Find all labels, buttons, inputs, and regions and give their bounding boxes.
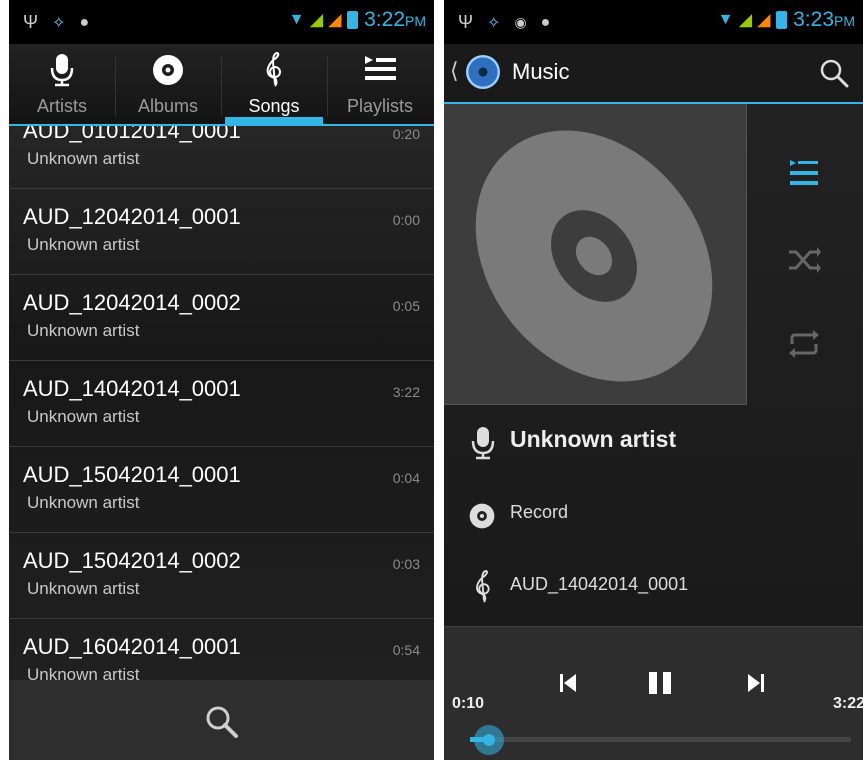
song-duration: 0:03 xyxy=(392,556,420,572)
notification-icon: ✧ xyxy=(487,14,501,32)
active-tab-indicator xyxy=(225,117,323,124)
tab-playlists[interactable]: Playlists xyxy=(327,44,433,124)
microphone-icon xyxy=(471,427,495,460)
signal-icon: ◢ xyxy=(739,12,752,29)
microphone-icon xyxy=(50,54,74,87)
artist-name: Unknown artist xyxy=(510,426,677,452)
song-artist: Unknown artist xyxy=(27,579,140,598)
tab-label: Playlists xyxy=(346,96,413,116)
wifi-icon: ▼ xyxy=(288,11,305,28)
song-duration: 0:05 xyxy=(392,298,420,314)
music-app-icon[interactable] xyxy=(466,55,500,89)
next-icon[interactable] xyxy=(736,663,776,703)
song-title: AUD_12042014_0001 xyxy=(23,204,241,229)
total-time: 3:22 xyxy=(832,695,863,712)
list-item[interactable]: AUD_14042014_0001 Unknown artist 3:22 xyxy=(9,360,434,447)
song-duration: 0:20 xyxy=(392,126,420,142)
artist-row[interactable]: Unknown artist xyxy=(444,408,863,480)
album-name: Record xyxy=(510,502,569,522)
battery-icon xyxy=(347,11,359,29)
playlist-icon[interactable] xyxy=(786,156,822,192)
song-title: AUD_16042014_0001 xyxy=(23,634,241,659)
clock: 3:23PM xyxy=(793,8,855,31)
songs-screen: Ψ ✧ ● ▼ ◢ ◢ 3:22PM Artists Albums Songs … xyxy=(9,0,434,760)
search-icon[interactable] xyxy=(202,702,242,742)
library-tabs: Artists Albums Songs Playlists xyxy=(9,44,434,126)
album-art xyxy=(444,104,747,405)
song-title: AUD_01012014_0001 xyxy=(23,126,241,143)
now-playing-screen: Ψ ✧ ◉ ● ▼ ◢ ◢ 3:23PM ⟨ Music Unknown art… xyxy=(444,0,863,760)
song-artist: Unknown artist xyxy=(27,407,140,426)
shuffle-icon[interactable] xyxy=(786,242,822,278)
song-duration: 0:54 xyxy=(392,642,420,658)
seek-bar-thumb[interactable] xyxy=(474,725,505,755)
list-item[interactable]: AUD_15042014_0001 Unknown artist 0:04 xyxy=(9,446,434,533)
tab-label: Albums xyxy=(137,96,199,116)
song-artist: Unknown artist xyxy=(27,665,140,680)
tab-albums[interactable]: Albums xyxy=(115,44,221,124)
usb-icon: Ψ xyxy=(23,12,39,32)
seek-bar[interactable] xyxy=(470,737,851,742)
status-bar: Ψ ✧ ● ▼ ◢ ◢ 3:22PM xyxy=(9,0,434,44)
tab-label: Artists xyxy=(36,96,87,116)
song-artist: Unknown artist xyxy=(27,321,140,340)
disc-placeholder-icon xyxy=(475,130,713,382)
playback-controls: 0:10 3:22 xyxy=(444,626,863,760)
song-duration: 0:00 xyxy=(392,212,420,228)
android-icon: ● xyxy=(540,13,551,31)
status-bar: Ψ ✧ ◉ ● ▼ ◢ ◢ 3:23PM xyxy=(444,0,863,44)
clock: 3:22PM xyxy=(364,8,426,31)
action-bar: ⟨ Music xyxy=(444,44,863,104)
disc-icon xyxy=(469,503,495,529)
tab-artists[interactable]: Artists xyxy=(9,44,115,124)
search-icon[interactable] xyxy=(819,58,849,88)
repeat-icon[interactable] xyxy=(786,326,822,362)
song-list: AUD_01012014_0001 Unknown artist 0:20 AU… xyxy=(9,126,434,680)
song-title: AUD_12042014_0002 xyxy=(23,290,241,315)
signal-icon: ◢ xyxy=(757,12,771,29)
song-title: AUD_15042014_0002 xyxy=(23,548,241,573)
album-row[interactable]: Record xyxy=(444,480,863,552)
list-item[interactable]: AUD_12042014_0001 Unknown artist 0:00 xyxy=(9,188,434,275)
android-icon: ● xyxy=(79,13,90,31)
wifi-icon: ▼ xyxy=(717,11,734,28)
tab-label: Songs xyxy=(248,96,300,116)
back-chevron-icon[interactable]: ⟨ xyxy=(450,58,459,84)
signal-icon: ◢ xyxy=(310,12,323,29)
song-title: AUD_15042014_0001 xyxy=(23,462,241,487)
notification-icon: ✧ xyxy=(52,14,66,32)
track-row[interactable]: AUD_14042014_0001 xyxy=(444,552,863,624)
music-notification-icon: ◉ xyxy=(514,14,527,30)
playlist-icon xyxy=(365,56,396,80)
song-artist: Unknown artist xyxy=(27,493,140,512)
treble-clef-icon xyxy=(266,52,281,87)
pause-icon[interactable] xyxy=(640,663,680,703)
song-duration: 0:04 xyxy=(392,470,420,486)
track-name: AUD_14042014_0001 xyxy=(510,574,689,594)
usb-icon: Ψ xyxy=(458,12,474,32)
tab-songs[interactable]: Songs xyxy=(221,44,327,124)
list-item[interactable]: AUD_12042014_0002 Unknown artist 0:05 xyxy=(9,274,434,361)
signal-icon: ◢ xyxy=(328,12,342,29)
list-item[interactable]: AUD_01012014_0001 Unknown artist 0:20 xyxy=(9,126,434,189)
song-artist: Unknown artist xyxy=(27,149,140,168)
previous-icon[interactable] xyxy=(548,663,588,703)
list-item[interactable]: AUD_15042014_0002 Unknown artist 0:03 xyxy=(9,532,434,619)
battery-icon xyxy=(776,11,788,29)
bottom-bar xyxy=(9,680,434,760)
disc-icon xyxy=(153,55,183,85)
current-time: 0:10 xyxy=(452,695,485,712)
song-duration: 3:22 xyxy=(392,384,420,400)
song-artist: Unknown artist xyxy=(27,235,140,254)
list-item[interactable]: AUD_16042014_0001 Unknown artist 0:54 xyxy=(9,618,434,680)
page-title: Music xyxy=(512,59,570,84)
song-title: AUD_14042014_0001 xyxy=(23,376,241,401)
treble-clef-icon xyxy=(476,570,490,603)
